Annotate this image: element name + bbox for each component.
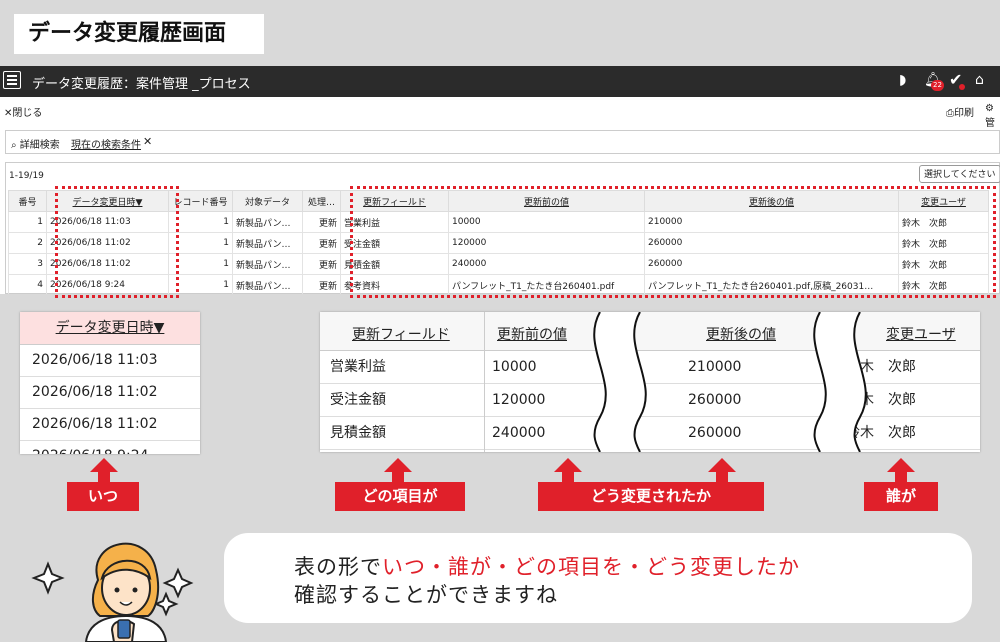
arrow-stem	[392, 472, 404, 482]
message-line-2: 確認することができますね	[294, 583, 558, 607]
zoom-field-value: 受注金額	[320, 384, 484, 417]
cell: 3	[8, 253, 47, 275]
label-when: いつ	[67, 482, 139, 511]
col-process[interactable]: 処理…	[302, 190, 341, 212]
zoom-date-value: 2026/06/18 11:02	[20, 377, 200, 409]
slide-title: データ変更履歴画面	[14, 14, 264, 54]
label-which: どの項目が	[335, 482, 465, 511]
cell: 新製品パン…	[232, 253, 303, 275]
arrow-stem	[98, 472, 110, 482]
arrow-up-icon	[887, 458, 915, 472]
printer-icon: ⎙	[946, 108, 954, 119]
message-prefix: 表の形で	[294, 555, 382, 579]
print-button[interactable]: ⎙印刷	[946, 104, 974, 119]
close-label: 閉じる	[12, 108, 43, 119]
cut-wave-left	[593, 312, 647, 452]
advanced-search-label: 詳細検索	[19, 140, 60, 151]
menu-icon[interactable]	[3, 71, 21, 89]
highlight-change-columns	[350, 186, 996, 298]
cell: 新製品パン…	[232, 274, 303, 294]
home-icon[interactable]: ⌂	[975, 72, 984, 88]
highlight-date-column	[55, 186, 179, 298]
settings-label: 管	[985, 118, 995, 129]
label-who: 誰が	[864, 482, 938, 511]
title-bar: データ変更履歴：案件管理 _プロセス ◗ 🔔︎ 22 ✔ ⌂	[0, 66, 1000, 97]
gear-icon: ⚙	[985, 103, 994, 114]
zoom-date-header: データ変更日時▼	[20, 312, 200, 345]
notification-badge: 22	[931, 80, 944, 91]
close-button[interactable]: ✕閉じる	[4, 104, 42, 119]
woman-illustration	[31, 542, 194, 642]
print-label: 印刷	[954, 108, 974, 119]
cell: 更新	[302, 253, 341, 275]
zoom-field-column: 更新フィールド 営業利益 受注金額 見積金額	[320, 312, 485, 452]
cell: 更新	[302, 274, 341, 294]
zoom-field-header: 更新フィールド	[320, 312, 484, 351]
arrow-up-icon	[90, 458, 118, 472]
bookmark-icon[interactable]: ◗	[899, 72, 906, 88]
arrow-up-icon	[708, 458, 736, 472]
cell: 新製品パン…	[232, 232, 303, 254]
cell: 1	[8, 211, 47, 233]
zoom-field-value: 見積金額	[320, 417, 484, 450]
message-emphasis: いつ・誰が・どの項目を・どう変更したか	[382, 555, 800, 579]
current-condition-link[interactable]: 現在の検索条件	[71, 136, 141, 151]
advanced-search-button[interactable]: ⌕ 詳細検索	[11, 136, 60, 151]
clear-condition-icon[interactable]: ✕	[143, 135, 152, 148]
record-count: 1-19/19	[9, 171, 44, 181]
cell: 4	[8, 274, 47, 294]
search-icon: ⌕	[11, 140, 17, 151]
zoom-change-panel: 更新フィールド 営業利益 受注金額 見積金額 更新前の値 10000 12000…	[320, 312, 980, 452]
window-title: データ変更履歴：案件管理 _プロセス	[32, 77, 251, 92]
label-how: どう変更されたか	[538, 482, 764, 511]
cell: 更新	[302, 211, 341, 233]
arrow-stem	[562, 472, 574, 482]
toolbar: ✕閉じる ⎙印刷 ⚙管	[0, 99, 1000, 129]
col-number[interactable]: 番号	[8, 190, 47, 212]
arrow-stem	[716, 472, 728, 482]
zoom-field-value: 営業利益	[320, 351, 484, 384]
zoom-date-value: 2026/06/18 11:02	[20, 409, 200, 441]
zoom-date-value: 2026/06/18 9:24	[20, 441, 200, 454]
arrow-stem	[895, 472, 907, 482]
cut-wave-right	[813, 312, 867, 452]
search-bar: ⌕ 詳細検索 現在の検索条件 ✕	[5, 130, 1000, 154]
cell: 2	[8, 232, 47, 254]
message-line-1: 表の形でいつ・誰が・どの項目を・どう変更したか	[294, 551, 800, 581]
message-bubble: 表の形でいつ・誰が・どの項目を・どう変更したか 確認することができますね	[224, 533, 972, 623]
zoom-date-panel: データ変更日時▼ 2026/06/18 11:03 2026/06/18 11:…	[20, 312, 200, 454]
zoom-date-value: 2026/06/18 11:03	[20, 345, 200, 377]
settings-button[interactable]: ⚙管	[985, 103, 1000, 129]
col-target-data[interactable]: 対象データ	[232, 190, 303, 212]
arrow-up-icon	[384, 458, 412, 472]
action-select[interactable]: 選択してください	[919, 165, 1000, 183]
todo-dot	[959, 84, 965, 90]
arrow-up-icon	[554, 458, 582, 472]
cell: 新製品パン…	[232, 211, 303, 233]
cell: 更新	[302, 232, 341, 254]
